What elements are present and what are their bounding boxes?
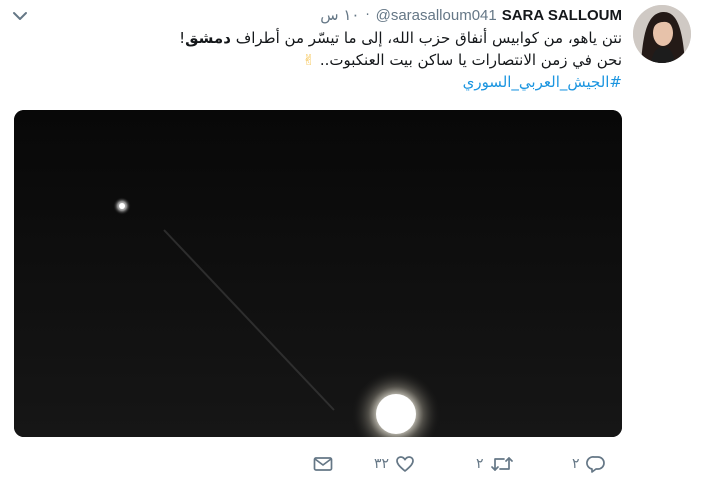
direct-message-button[interactable] bbox=[312, 452, 334, 476]
tweet-text-line-1-prefix: نتن ياهو، من كوابيس أنفاق حزب الله، إلى … bbox=[230, 29, 622, 47]
avatar[interactable] bbox=[633, 5, 691, 63]
tweet-text-line-2: نحن في زمن الانتصارات يا ساكن بيت العنكب… bbox=[62, 49, 622, 71]
like-button[interactable]: ٣٢ bbox=[374, 452, 415, 476]
tweet-menu-button[interactable] bbox=[10, 6, 30, 26]
tweet-text-line-1: نتن ياهو، من كوابيس أنفاق حزب الله، إلى … bbox=[62, 27, 622, 49]
reply-icon bbox=[585, 454, 606, 474]
heart-icon bbox=[395, 454, 415, 474]
retweet-icon bbox=[490, 454, 514, 474]
separator-dot: · bbox=[365, 7, 370, 23]
envelope-icon bbox=[312, 454, 334, 474]
victory-hand-icon: ✌ bbox=[302, 51, 316, 69]
like-count: ٣٢ bbox=[374, 456, 390, 472]
reply-count: ٢ bbox=[572, 456, 580, 472]
tweet: ١٠ س · @sarasalloum041 SARA SALLOUM نتن … bbox=[0, 0, 708, 480]
author-handle[interactable]: @sarasalloum041 bbox=[376, 7, 497, 24]
chevron-down-icon bbox=[10, 6, 30, 26]
retweet-count: ٢ bbox=[476, 456, 484, 472]
tweet-text-bold-word: دمشق bbox=[185, 29, 231, 47]
tweet-header: ١٠ س · @sarasalloum041 SARA SALLOUM bbox=[320, 4, 622, 26]
avatar-photo bbox=[633, 5, 691, 63]
tweet-actions: ٢ ٢ ٣٢ bbox=[0, 452, 708, 480]
tweet-text-line-2-body: نحن في زمن الانتصارات يا ساكن بيت العنكب… bbox=[319, 51, 622, 69]
tweet-media-photo[interactable] bbox=[14, 110, 622, 437]
reply-button[interactable]: ٢ bbox=[572, 452, 606, 476]
author-name[interactable]: SARA SALLOUM bbox=[502, 7, 622, 24]
night-sky-photo bbox=[14, 110, 622, 437]
timestamp[interactable]: ١٠ س bbox=[320, 6, 359, 24]
tweet-text: نتن ياهو، من كوابيس أنفاق حزب الله، إلى … bbox=[62, 27, 622, 93]
retweet-button[interactable]: ٢ bbox=[476, 452, 514, 476]
hashtag-link[interactable]: #الجيش_العربي_السوري bbox=[463, 73, 622, 91]
tweet-text-line-3: #الجيش_العربي_السوري bbox=[62, 71, 622, 93]
